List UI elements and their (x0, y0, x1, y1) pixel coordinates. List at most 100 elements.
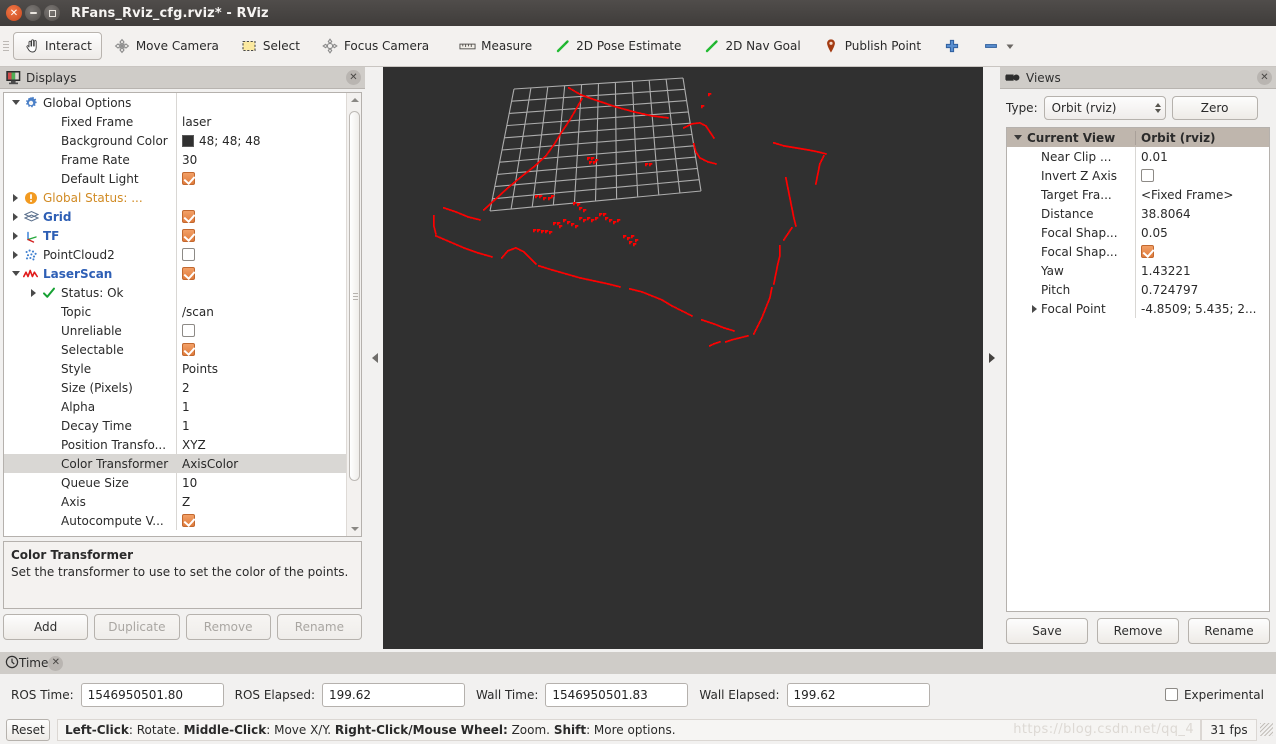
scroll-thumb[interactable] (349, 111, 360, 481)
twisty-down-icon[interactable] (8, 264, 23, 283)
duplicate-display-button[interactable]: Duplicate (94, 614, 180, 640)
tool-publish-point[interactable]: Publish Point (813, 32, 931, 60)
save-view-button[interactable]: Save (1006, 618, 1088, 644)
property-checkbox[interactable] (182, 248, 195, 261)
rename-view-button[interactable]: Rename (1188, 618, 1270, 644)
scroll-down-arrow[interactable] (347, 522, 361, 536)
tool-2d-nav-goal[interactable]: 2D Nav Goal (693, 32, 810, 60)
display-property-value-cell[interactable]: 1 (176, 397, 346, 416)
time-field-input[interactable]: 1546950501.80 (80, 682, 224, 707)
twisty-right-icon[interactable] (1009, 304, 1041, 313)
views-tree-rows[interactable]: Near Clip ... 0.01 Invert Z Axis Target Fra… (1007, 147, 1269, 318)
left-splitter-handle[interactable] (366, 67, 383, 649)
display-property-value-cell[interactable]: 1 (176, 416, 346, 435)
minimize-window-button[interactable] (25, 5, 41, 21)
displays-tree[interactable]: Global Options Fixed Frame laser Background… (4, 93, 346, 536)
display-property-row[interactable]: LaserScan (4, 264, 346, 283)
view-type-select[interactable]: Orbit (rviz) (1043, 95, 1166, 120)
twisty-right-icon[interactable] (26, 283, 41, 302)
display-property-row[interactable]: Topic/scan (4, 302, 346, 321)
add-display-button[interactable]: Add (3, 614, 89, 640)
view-property-row[interactable]: Yaw 1.43221 (1007, 261, 1269, 280)
property-checkbox[interactable] (182, 267, 195, 280)
property-checkbox[interactable] (1141, 169, 1154, 182)
view-property-row[interactable]: Pitch 0.724797 (1007, 280, 1269, 299)
twisty-right-icon[interactable] (8, 245, 23, 264)
view-property-row[interactable]: Focal Point -4.8509; 5.435; 2... (1007, 299, 1269, 318)
display-property-value-cell[interactable]: 10 (176, 473, 346, 492)
tool-move-camera[interactable]: Move Camera (104, 32, 229, 60)
property-checkbox[interactable] (182, 172, 195, 185)
display-property-row[interactable]: Color Transformer AxisColor (4, 454, 346, 473)
display-property-row[interactable]: Queue Size 10 (4, 473, 346, 492)
display-property-row[interactable]: Axis Z (4, 492, 346, 511)
view-property-row[interactable]: Focal Shap... (1007, 242, 1269, 261)
color-swatch[interactable] (182, 134, 194, 147)
twisty-right-icon[interactable] (8, 188, 23, 207)
tool-measure[interactable]: Measure (449, 32, 542, 60)
view-property-row[interactable]: Distance 38.8064 (1007, 204, 1269, 223)
display-property-row[interactable]: Size (Pixels) 2 (4, 378, 346, 397)
display-property-value-cell[interactable]: Z (176, 492, 346, 511)
display-property-row[interactable]: Autocompute V... (4, 511, 346, 530)
display-property-value-cell[interactable] (176, 93, 346, 112)
view-property-value-cell[interactable] (1135, 242, 1269, 261)
zero-button[interactable]: Zero (1171, 95, 1258, 120)
display-property-row[interactable]: Selectable (4, 340, 346, 359)
experimental-checkbox[interactable] (1164, 688, 1178, 701)
rename-display-button[interactable]: Rename (276, 614, 362, 640)
property-checkbox[interactable] (182, 514, 195, 527)
display-property-row[interactable]: Fixed Frame laser (4, 112, 346, 131)
tool-focus-camera[interactable]: Focus Camera (312, 32, 439, 60)
display-property-value-cell[interactable]: 30 (176, 150, 346, 169)
view-property-value-cell[interactable]: 38.8064 (1135, 204, 1269, 223)
display-property-value-cell[interactable]: /scan (176, 302, 346, 321)
property-checkbox[interactable] (1141, 245, 1154, 258)
display-property-row[interactable]: Status: Ok (4, 283, 346, 302)
view-property-row[interactable]: Focal Shap... 0.05 (1007, 223, 1269, 242)
resize-grip[interactable] (1260, 723, 1273, 736)
add-tool-button[interactable] (933, 32, 970, 60)
toolbar-drag-handle[interactable] (0, 26, 12, 67)
display-property-value-cell[interactable]: AxisColor (176, 454, 346, 473)
remove-tool-button[interactable] (972, 32, 1026, 60)
3d-render-view[interactable] (383, 67, 983, 649)
twisty-down-icon[interactable] (1009, 135, 1027, 140)
property-checkbox[interactable] (182, 210, 195, 223)
close-window-button[interactable]: ✕ (6, 5, 22, 21)
display-property-row[interactable]: Position Transfo... XYZ (4, 435, 346, 454)
view-property-row[interactable]: Invert Z Axis (1007, 166, 1269, 185)
close-icon[interactable]: ✕ (48, 655, 64, 671)
close-icon[interactable]: ✕ (346, 70, 361, 85)
right-splitter-handle[interactable] (983, 67, 1000, 649)
display-property-value-cell[interactable]: 2 (176, 378, 346, 397)
display-property-value-cell[interactable]: 48; 48; 48 (176, 131, 346, 150)
property-checkbox[interactable] (182, 229, 195, 242)
display-property-row[interactable]: Alpha 1 (4, 397, 346, 416)
display-property-value-cell[interactable]: Points (176, 359, 346, 378)
view-property-row[interactable]: Target Fra... <Fixed Frame> (1007, 185, 1269, 204)
display-property-row[interactable]: TF (4, 226, 346, 245)
view-property-value-cell[interactable]: 1.43221 (1135, 261, 1269, 280)
view-property-value-cell[interactable]: <Fixed Frame> (1135, 185, 1269, 204)
display-property-row[interactable]: Global Options (4, 93, 346, 112)
view-property-value-cell[interactable]: 0.01 (1135, 147, 1269, 166)
tool-2d-pose-estimate[interactable]: 2D Pose Estimate (544, 32, 691, 60)
property-checkbox[interactable] (182, 343, 195, 356)
display-property-row[interactable]: Global Status: ... (4, 188, 346, 207)
display-property-value-cell[interactable] (176, 340, 346, 359)
maximize-window-button[interactable] (44, 5, 60, 21)
twisty-right-icon[interactable] (8, 207, 23, 226)
display-property-value-cell[interactable] (176, 169, 346, 188)
reset-button[interactable]: Reset (6, 718, 50, 741)
view-property-value-cell[interactable]: -4.8509; 5.435; 2... (1135, 299, 1269, 318)
display-property-row[interactable]: Unreliable (4, 321, 346, 340)
display-property-value-cell[interactable] (176, 321, 346, 340)
view-property-row[interactable]: Near Clip ... 0.01 (1007, 147, 1269, 166)
display-property-value-cell[interactable]: laser (176, 112, 346, 131)
view-property-value-cell[interactable] (1135, 166, 1269, 185)
scroll-up-arrow[interactable] (347, 93, 361, 107)
display-property-row[interactable]: Decay Time 1 (4, 416, 346, 435)
close-icon[interactable]: ✕ (1257, 70, 1272, 85)
display-property-row[interactable]: Default Light (4, 169, 346, 188)
